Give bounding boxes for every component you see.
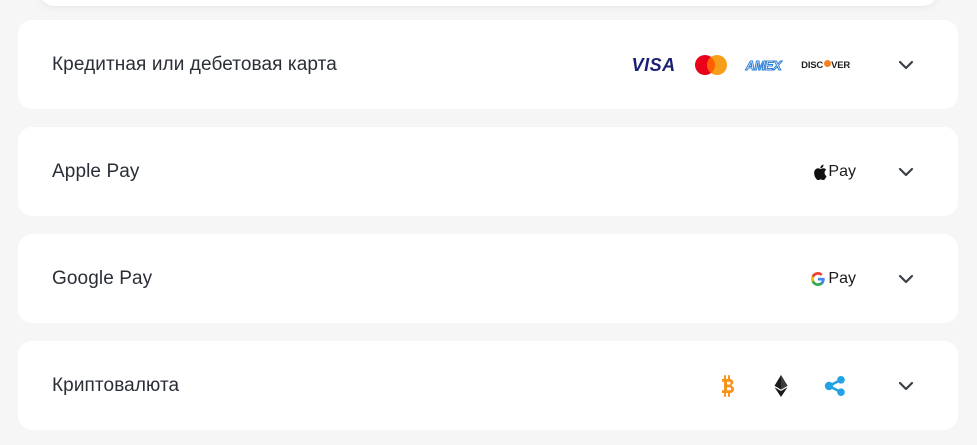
payment-option-label: Кредитная или дебетовая карта xyxy=(52,53,337,75)
chevron-down-icon[interactable] xyxy=(897,163,915,181)
payment-option-label: Apple Pay xyxy=(52,160,140,182)
amex-logo: AMEX xyxy=(745,57,782,73)
google-g-icon xyxy=(811,272,826,286)
payment-option-card[interactable]: Криптовалюта xyxy=(18,341,958,430)
visa-logo: VISA xyxy=(631,54,676,75)
google-pay-text: Pay xyxy=(828,270,856,287)
mastercard-logo xyxy=(694,54,728,76)
chevron-down-icon[interactable] xyxy=(897,270,915,288)
payment-option-label: Криптовалюта xyxy=(52,374,180,396)
google-pay-logo: Pay xyxy=(811,268,856,290)
previous-card-edge xyxy=(40,0,937,6)
payment-option-label: Google Pay xyxy=(52,267,153,289)
apple-icon xyxy=(814,164,827,180)
chevron-down-icon[interactable] xyxy=(897,56,915,74)
discover-o-icon xyxy=(823,60,831,68)
apple-pay-logo: Pay xyxy=(814,161,856,183)
discover-logo: DISC VER xyxy=(801,60,850,71)
card-brand-icons: VISA AMEX DISC VER xyxy=(632,51,850,79)
discover-text-b: VER xyxy=(831,59,850,71)
bitcoin-icon xyxy=(722,375,734,397)
chevron-down-icon[interactable] xyxy=(897,377,915,395)
ripple-icon xyxy=(824,376,845,396)
crypto-icons xyxy=(720,374,848,398)
apple-pay-text: Pay xyxy=(828,163,856,180)
payment-option-card[interactable]: Google Pay Pay xyxy=(18,234,958,323)
payment-methods-page: Кредитная или дебетовая карта VISA AMEX … xyxy=(0,0,977,445)
payment-option-card[interactable]: Кредитная или дебетовая карта VISA AMEX … xyxy=(18,20,958,109)
payment-option-card[interactable]: Apple Pay Pay xyxy=(18,127,958,216)
discover-text-a: DISC xyxy=(801,59,824,71)
ethereum-icon xyxy=(774,375,788,397)
